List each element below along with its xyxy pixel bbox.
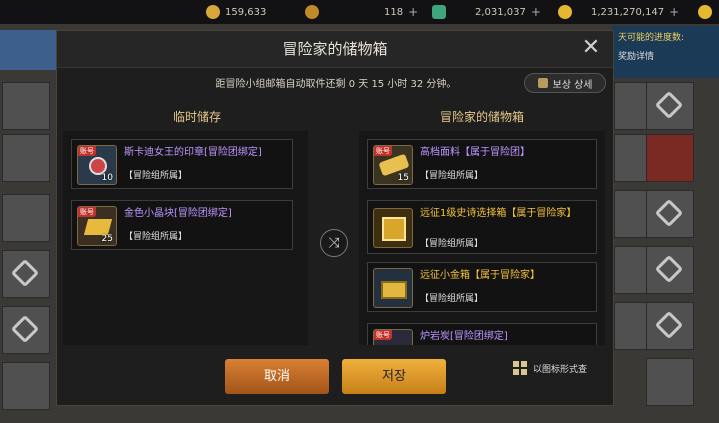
item-subtitle: 【冒险组所属】 xyxy=(420,171,484,181)
resource-value: 1,231,270,147 xyxy=(591,6,665,18)
list-item[interactable]: 账号 25 金色小晶块[冒险团绑定] 【冒险组所属】 xyxy=(71,200,293,250)
item-subtitle: 【冒险组所属】 xyxy=(124,232,188,242)
resource-cera[interactable]: 118 + xyxy=(305,5,418,19)
grid-tile xyxy=(646,358,694,406)
reward-details-label: 보상 상세 xyxy=(552,79,593,91)
modal-title: 冒险家的储物箱 xyxy=(57,31,613,68)
grid-tile xyxy=(646,302,694,350)
item-name: 金色小晶块[冒险团绑定] xyxy=(124,208,232,219)
list-item[interactable]: 账号 10 斯卡迪女王的印章[冒险团绑定] 【冒险组所属】 xyxy=(71,139,293,189)
seal-medal-icon: 账号 10 xyxy=(77,145,117,185)
chest-icon xyxy=(537,78,548,88)
list-item[interactable]: 账号 15 高档面料【属于冒险团】 【冒险组所属】 xyxy=(367,139,597,189)
gold-pouch-icon xyxy=(206,5,220,19)
gold-coin-icon xyxy=(698,5,713,19)
item-name: 高档面料【属于冒险团】 xyxy=(420,147,530,158)
grid-tile xyxy=(2,362,50,410)
side-panel-text: 天可能的进度数: xyxy=(618,33,685,43)
resource-bar: 159,633 118 + 2,031,037 + 1,231,270,147 … xyxy=(0,0,719,24)
list-item[interactable]: 远征小金箱【属于冒险家】 【冒险组所属】 xyxy=(367,262,597,312)
coal-icon: 账号 xyxy=(373,329,413,345)
add-icon[interactable]: + xyxy=(531,5,541,19)
swap-icon[interactable]: ⤨ xyxy=(320,229,348,257)
item-name: 斯卡迪女王的印章[冒险团绑定] xyxy=(124,147,262,158)
icon-view-toggle[interactable]: 以图标形式查 xyxy=(513,361,587,375)
resource-gold-pouch: 159,633 xyxy=(206,5,266,19)
grid-view-icon xyxy=(513,361,527,375)
temp-storage-list[interactable]: 账号 10 斯卡迪女王的印章[冒险团绑定] 【冒险组所属】 账号 25 金色小晶… xyxy=(63,131,308,345)
cera-coin-icon xyxy=(305,5,319,19)
resource-gem[interactable]: 2,031,037 + xyxy=(432,5,541,19)
item-quantity: 25 xyxy=(101,234,113,244)
storage-modal: 冒险家的储物箱 ✕ 距冒险小组邮箱自动取件还剩 0 天 15 小时 32 分钟。… xyxy=(56,30,614,406)
epic-box-icon xyxy=(373,208,413,248)
cancel-button[interactable]: 取消 xyxy=(225,359,329,394)
account-tag: 账号 xyxy=(78,146,96,156)
adventurer-storage-heading: 冒险家的储物箱 xyxy=(439,110,524,124)
gold-chest-icon xyxy=(373,268,413,308)
grid-tile xyxy=(2,194,50,242)
resource-value: 2,031,037 xyxy=(475,6,526,18)
grid-tile xyxy=(2,134,50,182)
grid-tile xyxy=(646,246,694,294)
add-icon[interactable]: + xyxy=(669,5,679,19)
item-name: 远征小金箱【属于冒险家】 xyxy=(420,270,540,281)
resource-gold[interactable]: 1,231,270,147 + xyxy=(558,5,713,19)
add-icon[interactable]: + xyxy=(408,5,418,19)
item-subtitle: 【冒险组所属】 xyxy=(420,239,484,249)
gold-coin-icon xyxy=(558,5,572,19)
list-item[interactable]: 远征1级史诗选择箱【属于冒险家】 【冒险组所属】 xyxy=(367,200,597,254)
gold-crystal-icon: 账号 25 xyxy=(77,206,117,246)
item-name: 炉岩炭[冒险团绑定] xyxy=(420,331,508,342)
account-tag: 账号 xyxy=(374,330,392,340)
resource-value: 118 xyxy=(384,6,404,18)
item-subtitle: 【冒险组所属】 xyxy=(124,171,188,181)
icon-view-label: 以图标形式查 xyxy=(533,364,588,375)
account-tag: 账号 xyxy=(78,207,96,217)
reward-details-link[interactable]: 奖励详情 xyxy=(618,49,713,62)
account-tag: 账号 xyxy=(374,146,392,156)
grid-tile xyxy=(646,82,694,130)
grid-tile xyxy=(646,190,694,238)
grid-tile xyxy=(646,134,694,182)
left-banner xyxy=(0,30,56,70)
grid-tile xyxy=(2,306,50,354)
close-icon[interactable]: ✕ xyxy=(581,37,601,59)
item-name: 远征1级史诗选择箱【属于冒险家】 xyxy=(420,208,577,219)
item-subtitle: 【冒险组所属】 xyxy=(420,294,484,304)
grid-tile xyxy=(2,250,50,298)
temp-storage-heading: 临时储存 xyxy=(172,110,221,124)
list-item[interactable]: 账号 炉岩炭[冒险团绑定] xyxy=(367,323,597,345)
save-button[interactable]: 저장 xyxy=(342,359,446,394)
green-gem-icon xyxy=(432,5,446,19)
reward-details-button[interactable]: 보상 상세 xyxy=(524,73,606,93)
resource-value: 159,633 xyxy=(225,6,267,18)
fabric-roll-icon: 账号 15 xyxy=(373,145,413,185)
side-panel: 天可能的进度数: 奖励详情 xyxy=(612,26,719,78)
grid-tile xyxy=(2,82,50,130)
adventurer-storage-list[interactable]: 账号 15 高档面料【属于冒险团】 【冒险组所属】 远征1级史诗选择箱【属于冒险… xyxy=(359,131,605,345)
item-quantity: 10 xyxy=(101,173,113,183)
item-quantity: 15 xyxy=(397,173,409,183)
